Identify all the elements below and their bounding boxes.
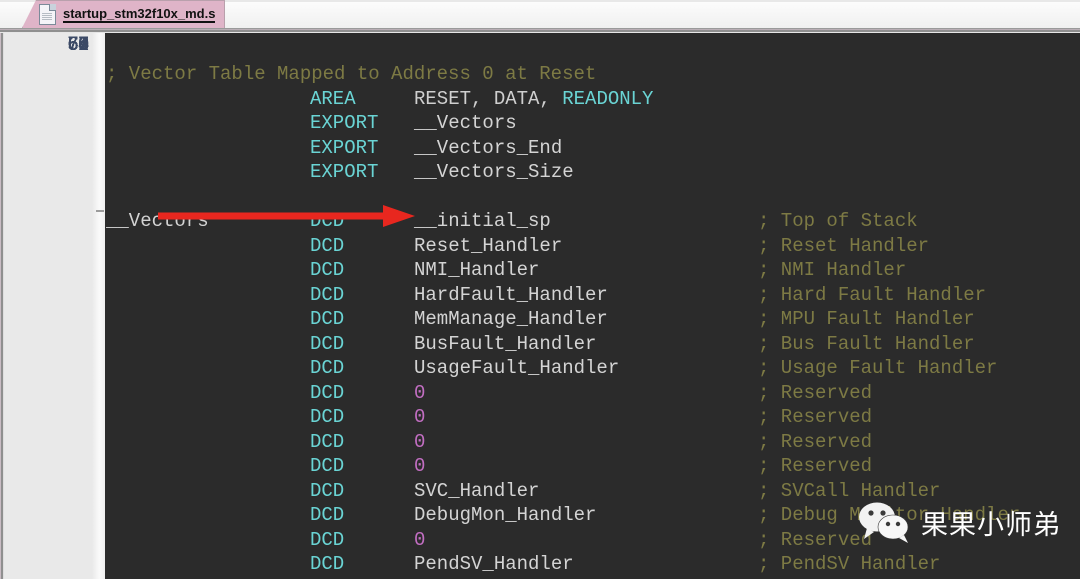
code-operand: __initial_sp bbox=[414, 210, 551, 232]
code-opcode: AREA bbox=[310, 87, 356, 110]
code-comment: ; Top of Stack bbox=[758, 210, 918, 232]
code-opcode: DCD bbox=[310, 406, 345, 428]
code-line[interactable]: DCD DebugMon_Handler ; Debug Monitor Handl… bbox=[106, 503, 1080, 528]
tab-bar: startup_stm32f10x_md.s bbox=[0, 0, 1080, 29]
code-line[interactable]: DCD 0 ; Reserved bbox=[106, 454, 1080, 479]
code-operand: 0 bbox=[414, 381, 426, 404]
code-opcode: DCD bbox=[310, 479, 345, 502]
code-operand: SVC_Handler bbox=[414, 479, 540, 502]
code-comment: ; MPU Fault Handler bbox=[758, 308, 975, 330]
code-line[interactable]: DCD Reset_Handler ; Reset Handler bbox=[106, 234, 1080, 259]
code-operand: RESET, DATA, READONLY bbox=[414, 87, 654, 110]
code-operand: BusFault_Handler bbox=[414, 332, 597, 355]
code-comment: ; Reserved bbox=[758, 381, 873, 404]
code-opcode: DCD bbox=[310, 210, 345, 232]
code-line[interactable]: DCD 0 ; Reserved bbox=[106, 430, 1080, 455]
code-comment: ; Vector Table Mapped to Address 0 at Re… bbox=[106, 63, 597, 85]
code-line[interactable]: DCD 0 ; Reserved bbox=[106, 405, 1080, 430]
code-opcode: DCD bbox=[310, 332, 345, 355]
code-line[interactable]: DCD HardFault_Handler ; Hard Fault Handler bbox=[106, 283, 1080, 308]
code-label: __Vectors bbox=[106, 210, 209, 232]
tab-label: startup_stm32f10x_md.s bbox=[63, 5, 216, 23]
code-comment: ; Hard Fault Handler bbox=[758, 283, 987, 306]
code-line[interactable]: DCD BusFault_Handler ; Bus Fault Handler bbox=[106, 332, 1080, 357]
code-content[interactable]: ; Vector Table Mapped to Address 0 at Re… bbox=[106, 62, 1080, 579]
code-operand: 0 bbox=[414, 455, 426, 477]
line-number: 77 bbox=[67, 34, 89, 55]
code-opcode: EXPORT bbox=[310, 136, 379, 159]
code-operand: NMI_Handler bbox=[414, 259, 540, 281]
code-operand: __Vectors_Size bbox=[414, 161, 574, 183]
document-icon bbox=[39, 4, 56, 25]
tab-startup-file[interactable]: startup_stm32f10x_md.s bbox=[22, 0, 225, 28]
code-line[interactable]: DCD PendSV_Handler ; PendSV Handler bbox=[106, 552, 1080, 577]
code-operand: MemManage_Handler bbox=[414, 308, 608, 330]
code-comment: ; Debug Monitor Handler bbox=[758, 504, 1021, 526]
code-line[interactable]: DCD 0 ; Reserved bbox=[106, 528, 1080, 553]
code-operand: UsageFault_Handler bbox=[414, 357, 620, 379]
code-comment: ; PendSV Handler bbox=[758, 553, 941, 575]
code-line[interactable]: EXPORT __Vectors_End bbox=[106, 136, 1080, 161]
code-opcode: DCD bbox=[310, 259, 345, 281]
code-comment: ; Reserved bbox=[758, 430, 873, 453]
code-comment: ; Bus Fault Handler bbox=[758, 332, 975, 355]
code-opcode: DCD bbox=[310, 553, 345, 575]
code-operand: 0 bbox=[414, 406, 426, 428]
code-opcode: DCD bbox=[310, 283, 345, 306]
code-operand: Reset_Handler bbox=[414, 234, 563, 257]
code-opcode: EXPORT bbox=[310, 112, 379, 134]
code-line[interactable]: DCD MemManage_Handler ; MPU Fault Handler bbox=[106, 307, 1080, 332]
code-line[interactable]: DCD SVC_Handler ; SVCall Handler bbox=[106, 479, 1080, 504]
code-line[interactable]: DCD NMI_Handler ; NMI Handler bbox=[106, 258, 1080, 283]
code-operand: PendSV_Handler bbox=[414, 553, 574, 575]
code-comment: ; NMI Handler bbox=[758, 259, 907, 281]
code-opcode: DCD bbox=[310, 455, 345, 477]
code-comment: ; Reserved bbox=[758, 528, 873, 551]
editor-frame-top bbox=[0, 29, 1080, 33]
line-number-list: 55 56 57 58 59 60 61 62 63 64 65 66 67 68 69 70 71 72 73 74… bbox=[4, 33, 100, 579]
code-operand: __Vectors bbox=[414, 112, 517, 134]
code-operand: __Vectors_End bbox=[414, 136, 563, 159]
code-opcode: EXPORT bbox=[310, 161, 379, 183]
code-operand: 0 bbox=[414, 430, 426, 453]
code-opcode: DCD bbox=[310, 381, 345, 404]
code-comment: ; Reserved bbox=[758, 455, 873, 477]
code-opcode: DCD bbox=[310, 308, 345, 330]
code-opcode: DCD bbox=[310, 357, 345, 379]
code-opcode: DCD bbox=[310, 528, 345, 551]
code-line[interactable] bbox=[106, 185, 1080, 210]
code-line[interactable]: ; Vector Table Mapped to Address 0 at Re… bbox=[106, 62, 1080, 87]
code-line[interactable]: DCD UsageFault_Handler ; Usage Fault Handl… bbox=[106, 356, 1080, 381]
code-operand: 0 bbox=[414, 528, 426, 551]
code-editor-window: startup_stm32f10x_md.s ; Vector Table Ma… bbox=[0, 0, 1080, 579]
code-comment: ; Reserved bbox=[758, 406, 873, 428]
code-comment: ; Reset Handler bbox=[758, 234, 930, 257]
code-line[interactable]: DCD 0 ; Reserved bbox=[106, 381, 1080, 406]
code-line[interactable]: AREA RESET, DATA, READONLY bbox=[106, 87, 1080, 112]
code-opcode: DCD bbox=[310, 504, 345, 526]
code-comment: ; Usage Fault Handler bbox=[758, 357, 998, 379]
code-line[interactable]: __Vectors DCD __initial_sp ; Top of Stack bbox=[106, 209, 1080, 234]
editor-surface[interactable]: ; Vector Table Mapped to Address 0 at Re… bbox=[0, 29, 1080, 579]
code-comment: ; SVCall Handler bbox=[758, 479, 941, 502]
code-operand: HardFault_Handler bbox=[414, 283, 608, 306]
code-line[interactable]: EXPORT __Vectors bbox=[106, 111, 1080, 136]
code-opcode: DCD bbox=[310, 234, 345, 257]
code-opcode: DCD bbox=[310, 430, 345, 453]
code-line[interactable]: EXPORT __Vectors_Size bbox=[106, 160, 1080, 185]
code-operand: DebugMon_Handler bbox=[414, 504, 597, 526]
